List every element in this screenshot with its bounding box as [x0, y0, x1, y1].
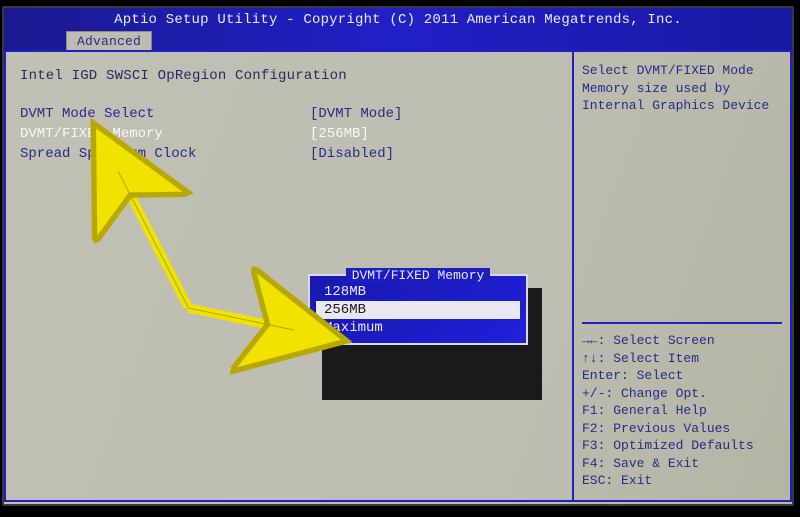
- bios-screen: Aptio Setup Utility - Copyright (C) 2011…: [2, 6, 794, 506]
- header-bar: Aptio Setup Utility - Copyright (C) 2011…: [4, 8, 792, 50]
- content: Intel IGD SWSCI OpRegion Configuration D…: [4, 50, 792, 502]
- setting-row-dvmt-mode[interactable]: DVMT Mode Select [DVMT Mode]: [20, 106, 558, 122]
- setting-label: Spread Spectrum Clock: [20, 146, 310, 162]
- setting-label: DVMT/FIXED Memory: [20, 126, 310, 142]
- popup-dvmt-fixed-memory: DVMT/FIXED Memory 128MB 256MB Maximum: [308, 274, 528, 345]
- right-pane: Select DVMT/FIXED Mode Memory size used …: [572, 50, 792, 502]
- key-row: +/-: Change Opt.: [582, 385, 782, 403]
- section-title: Intel IGD SWSCI OpRegion Configuration: [20, 68, 558, 84]
- key-row: →←: Select Screen: [582, 332, 782, 350]
- key-row: F3: Optimized Defaults: [582, 437, 782, 455]
- key-row: F4: Save & Exit: [582, 455, 782, 473]
- setting-label: DVMT Mode Select: [20, 106, 310, 122]
- tab-advanced[interactable]: Advanced: [66, 31, 152, 51]
- key-row: F1: General Help: [582, 402, 782, 420]
- left-pane: Intel IGD SWSCI OpRegion Configuration D…: [4, 50, 572, 502]
- key-row: ↑↓: Select Item: [582, 350, 782, 368]
- key-row: ESC: Exit: [582, 472, 782, 490]
- setting-value: [256MB]: [310, 126, 369, 142]
- key-row: F2: Previous Values: [582, 420, 782, 438]
- key-help: →←: Select Screen ↑↓: Select Item Enter:…: [582, 322, 782, 490]
- setting-row-dvmt-fixed-memory[interactable]: DVMT/FIXED Memory [256MB]: [20, 126, 558, 142]
- key-row: Enter: Select: [582, 367, 782, 385]
- setting-row-spread-spectrum[interactable]: Spread Spectrum Clock [Disabled]: [20, 146, 558, 162]
- popup-item-maximum[interactable]: Maximum: [310, 319, 526, 337]
- header-title: Aptio Setup Utility - Copyright (C) 2011…: [114, 12, 682, 28]
- annotation-arrow-right: [182, 290, 312, 355]
- popup-title: DVMT/FIXED Memory: [310, 268, 526, 283]
- popup-item-128mb[interactable]: 128MB: [310, 283, 526, 301]
- help-text: Select DVMT/FIXED Mode Memory size used …: [582, 62, 782, 115]
- setting-value: [Disabled]: [310, 146, 394, 162]
- annotation-arrow-up: [108, 157, 198, 322]
- popup-item-256mb[interactable]: 256MB: [316, 301, 520, 319]
- setting-value: [DVMT Mode]: [310, 106, 402, 122]
